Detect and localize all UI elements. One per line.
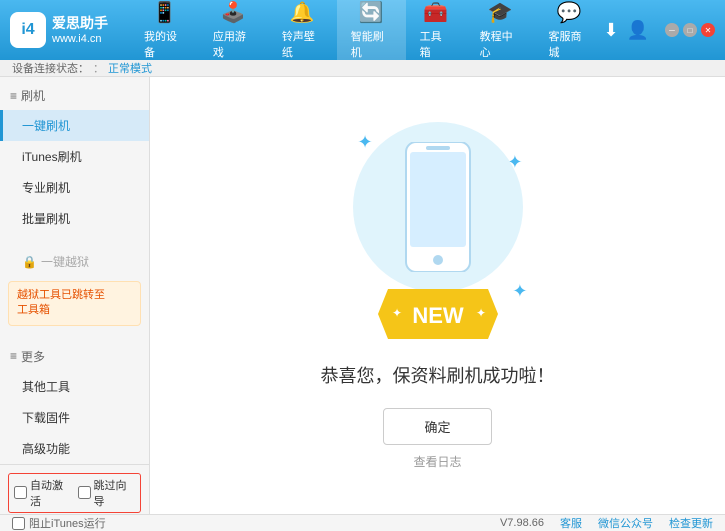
auto-guide-checkbox[interactable]: 跳过向导 xyxy=(78,477,136,509)
svg-text:✦: ✦ xyxy=(476,306,486,320)
success-message: 恭喜您，保资料刷机成功啦！ xyxy=(321,362,555,388)
maximize-btn[interactable]: □ xyxy=(683,23,697,37)
service-icon: 💬 xyxy=(557,0,582,25)
auto-guide-input[interactable] xyxy=(78,486,91,499)
status-service-link[interactable]: 客服 xyxy=(560,515,582,531)
sidebar-flash-section: ≡ 刷机 一键刷机 iTunes刷机 专业刷机 批量刷机 xyxy=(0,81,149,234)
breadcrumb: 设备连接状态： ： 正常模式 xyxy=(0,60,725,77)
nav-bar: 📱 我的设备 🕹️ 应用游戏 🔔 铃声壁纸 🔄 智能刷机 🧰 工具箱 🎓 xyxy=(130,0,603,68)
toolbox-icon: 🧰 xyxy=(423,0,448,25)
auto-activate-checkbox[interactable]: 自动激活 xyxy=(14,477,72,509)
sidebar-item-pro-flash[interactable]: 专业刷机 xyxy=(0,172,149,203)
window-controls: ─ □ ✕ xyxy=(665,23,715,37)
sidebar-jailbreak-notice: 越狱工具已跳转至 工具箱 xyxy=(8,281,141,326)
status-update-link[interactable]: 检查更新 xyxy=(669,515,713,531)
user-account-icon[interactable]: 👤 xyxy=(627,20,649,41)
nav-smart-flash[interactable]: 🔄 智能刷机 xyxy=(337,0,406,68)
sidebar-item-one-key-flash[interactable]: 一键刷机 xyxy=(0,110,149,141)
flash-icon: 🔄 xyxy=(359,0,384,25)
success-illustration: ✦ ✦ NEW ✦ xyxy=(338,122,538,342)
confirm-button[interactable]: 确定 xyxy=(383,408,491,445)
itunes-checkbox[interactable] xyxy=(12,517,25,530)
view-log-link[interactable]: 查看日志 xyxy=(413,453,461,470)
phone-circle xyxy=(353,122,523,292)
sidebar-more-section: ≡ 更多 其他工具 下载固件 高级功能 xyxy=(0,342,149,464)
top-right-controls: ⬇ 👤 ─ □ ✕ xyxy=(603,20,715,41)
sidebar-item-other-tools[interactable]: 其他工具 xyxy=(0,371,149,402)
top-bar: i4 爱思助手 www.i4.cn 📱 我的设备 🕹️ 应用游戏 🔔 铃声壁纸 … xyxy=(0,0,725,60)
sidebar-jailbreak-header: 🔒 一键越狱 xyxy=(0,246,149,277)
status-right: V7.98.66 客服 微信公众号 检查更新 xyxy=(500,515,713,531)
device-icon: 📱 xyxy=(152,0,177,25)
nav-ringtones[interactable]: 🔔 铃声壁纸 xyxy=(268,0,337,68)
sparkle-icon-1: ✦ xyxy=(358,132,373,153)
svg-text:✦: ✦ xyxy=(392,306,402,320)
svg-text:NEW: NEW xyxy=(412,303,464,328)
sidebar-more-header: ≡ 更多 xyxy=(0,342,149,371)
tutorial-icon: 🎓 xyxy=(488,0,513,25)
sidebar-item-download-fw[interactable]: 下载固件 xyxy=(0,402,149,433)
new-badge-svg: NEW ✦ ✦ xyxy=(378,289,498,339)
main-area: ≡ 刷机 一键刷机 iTunes刷机 专业刷机 批量刷机 xyxy=(0,77,725,514)
itunes-check[interactable]: 阻止iTunes运行 xyxy=(12,515,106,531)
nav-service[interactable]: 💬 客服商城 xyxy=(535,0,604,68)
auto-check-row: 自动激活 跳过向导 xyxy=(8,473,141,513)
sidebar-bottom: 自动激活 跳过向导 📱 iPhone 15 Pro Max 512GB iPho… xyxy=(0,464,149,514)
sidebar-item-itunes-flash[interactable]: iTunes刷机 xyxy=(0,141,149,172)
sidebar-item-advanced[interactable]: 高级功能 xyxy=(0,433,149,464)
ringtone-icon: 🔔 xyxy=(290,0,315,25)
status-left: 阻止iTunes运行 xyxy=(12,515,106,531)
logo-icon: i4 xyxy=(10,12,46,48)
sidebar-item-batch-flash[interactable]: 批量刷机 xyxy=(0,203,149,234)
nav-tutorial[interactable]: 🎓 教程中心 xyxy=(466,0,535,68)
content-area: ✦ ✦ NEW ✦ xyxy=(150,77,725,514)
nav-apps-games[interactable]: 🕹️ 应用游戏 xyxy=(199,0,268,68)
close-btn[interactable]: ✕ xyxy=(701,23,715,37)
sidebar: ≡ 刷机 一键刷机 iTunes刷机 专业刷机 批量刷机 xyxy=(0,77,150,514)
download-icon[interactable]: ⬇ xyxy=(603,20,618,41)
phone-svg xyxy=(398,142,478,272)
auto-activate-input[interactable] xyxy=(14,486,27,499)
logo: i4 爱思助手 www.i4.cn xyxy=(10,12,110,48)
sparkle-icon-3: ✦ xyxy=(512,281,527,302)
nav-my-device[interactable]: 📱 我的设备 xyxy=(130,0,199,68)
apps-icon: 🕹️ xyxy=(221,0,246,25)
sidebar-flash-header: ≡ 刷机 xyxy=(0,81,149,110)
nav-toolbox[interactable]: 🧰 工具箱 xyxy=(406,0,466,68)
status-wechat-link[interactable]: 微信公众号 xyxy=(598,515,653,531)
logo-text: 爱思助手 www.i4.cn xyxy=(52,14,108,46)
status-bar: 阻止iTunes运行 V7.98.66 客服 微信公众号 检查更新 xyxy=(0,514,725,531)
minimize-btn[interactable]: ─ xyxy=(665,23,679,37)
sidebar-jailbreak-section: 🔒 一键越狱 越狱工具已跳转至 工具箱 xyxy=(0,246,149,330)
